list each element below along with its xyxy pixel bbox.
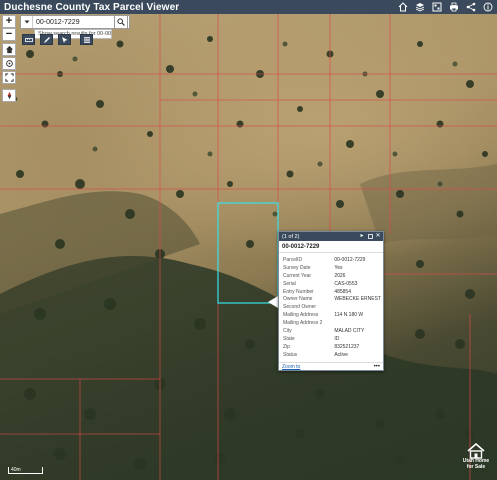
popup-header: (1 of 2) ▸ ✕	[279, 232, 383, 241]
popup-title: 00-0012-7229	[279, 241, 383, 253]
attribute-value: MALAD CITY	[334, 327, 365, 334]
pencil-icon	[43, 36, 50, 43]
attribute-label: City	[283, 327, 292, 334]
attribute-label: Current Year	[283, 272, 312, 279]
home-icon[interactable]	[395, 1, 410, 13]
layers-icon[interactable]	[412, 1, 427, 13]
attribute-row: Current Year 2026	[279, 272, 383, 280]
measure-icon	[24, 37, 33, 42]
attribute-row: Zip 832521237	[279, 343, 383, 351]
attribute-label: Second Owner	[283, 304, 317, 311]
attribute-row: State ID	[279, 335, 383, 343]
zoom-in-button[interactable]: +	[2, 15, 16, 28]
legend-tool-button[interactable]	[80, 34, 93, 45]
attribute-value: 2026	[334, 272, 346, 279]
zoom-to-link[interactable]: Zoom to	[282, 364, 300, 370]
attribute-value: CAS-0553	[334, 280, 358, 287]
attribute-value: ID	[334, 335, 340, 342]
logo-text-line2: for Sale	[466, 463, 486, 470]
measure-tool-button[interactable]	[22, 34, 35, 45]
compass-icon	[7, 91, 11, 100]
print-icon[interactable]	[446, 1, 461, 13]
draw-tool-button[interactable]	[40, 34, 53, 45]
search-input[interactable]	[33, 16, 119, 28]
attribute-row: City MALAD CITY	[279, 327, 383, 335]
basemap-icon[interactable]	[429, 1, 444, 13]
map-view[interactable]	[0, 14, 497, 480]
maximize-icon[interactable]	[367, 233, 373, 239]
attribute-row: Status Active	[279, 351, 383, 359]
attribute-row: Second Owner	[279, 303, 383, 311]
attribute-row: ParcelID 00-0012-7229	[279, 256, 383, 264]
fullscreen-icon	[4, 73, 14, 82]
compass-button[interactable]	[2, 89, 16, 102]
attribute-label: Zip	[283, 343, 290, 350]
attribute-row: Owner Name WEBECKE ERNEST	[279, 295, 383, 303]
watermark-logo: Utah Home for Sale	[458, 443, 494, 477]
attribute-label: Mailing Address 2	[283, 320, 323, 327]
attribute-label: Mailing Address	[283, 312, 319, 319]
zoom-out-button[interactable]: −	[2, 28, 16, 41]
attribute-value: 114 N 180 W	[334, 312, 364, 319]
attribute-value: Active	[334, 351, 348, 358]
attribute-row: Mailing Address 114 N 180 W	[279, 311, 383, 319]
select-icon	[61, 36, 67, 43]
fullscreen-button[interactable]	[2, 71, 16, 84]
locate-button[interactable]	[2, 57, 16, 70]
popup-pointer	[268, 296, 278, 308]
search-icon	[117, 18, 125, 26]
attribute-value: WEBECKE ERNEST	[334, 296, 381, 303]
attribute-label: ParcelID	[283, 256, 303, 263]
app-title: Duchesne County Tax Parcel Viewer	[4, 1, 180, 13]
search-source-dropdown[interactable]	[21, 16, 33, 28]
parcel-popup: (1 of 2) ▸ ✕ 00-0012-7229 ParcelID 00-001…	[278, 231, 384, 371]
chevron-down-icon	[24, 20, 29, 24]
search-button[interactable]	[114, 15, 128, 29]
next-feature-icon[interactable]: ▸	[359, 233, 365, 239]
attribute-value	[330, 303, 383, 311]
attribute-label: Owner Name	[283, 296, 313, 303]
share-icon[interactable]	[463, 1, 478, 13]
attribute-label: Status	[283, 351, 298, 358]
home-view-button[interactable]	[2, 43, 16, 56]
locate-icon	[5, 60, 13, 67]
attribute-value	[330, 319, 383, 327]
attribute-row: Serial CAS-0553	[279, 280, 383, 288]
attribute-row: Entry Number 485854	[279, 288, 383, 296]
attribute-row: Survey Date Yes	[279, 264, 383, 272]
attribute-value: 00-0012-7229	[334, 256, 366, 263]
popup-counter: (1 of 2)	[282, 233, 300, 240]
popup-footer: Zoom to •••	[279, 362, 383, 370]
select-tool-button[interactable]	[58, 34, 71, 45]
close-icon[interactable]: ✕	[375, 233, 381, 239]
attribute-label: State	[283, 335, 295, 342]
attribute-table: ParcelID 00-0012-7229 Survey Date Yes Curren…	[279, 256, 383, 359]
attribute-label: Entry Number	[283, 288, 314, 295]
scale-bar: 40m	[8, 467, 43, 474]
aerial-imagery	[0, 14, 497, 480]
house-logo-icon	[467, 443, 485, 459]
app-header: Duchesne County Tax Parcel Viewer	[0, 0, 497, 14]
info-icon[interactable]	[480, 1, 495, 13]
attribute-value: 485854	[334, 288, 351, 295]
attribute-value: Yes	[334, 264, 343, 271]
attribute-label: Survey Date	[283, 264, 311, 271]
legend-icon	[83, 36, 90, 43]
home-icon	[5, 45, 13, 54]
attribute-row: Mailing Address 2	[279, 319, 383, 327]
attribute-label: Serial	[283, 280, 296, 287]
attribute-value: 832521237	[334, 343, 360, 350]
header-toolbar	[395, 1, 495, 13]
more-actions-icon[interactable]: •••	[374, 364, 380, 370]
